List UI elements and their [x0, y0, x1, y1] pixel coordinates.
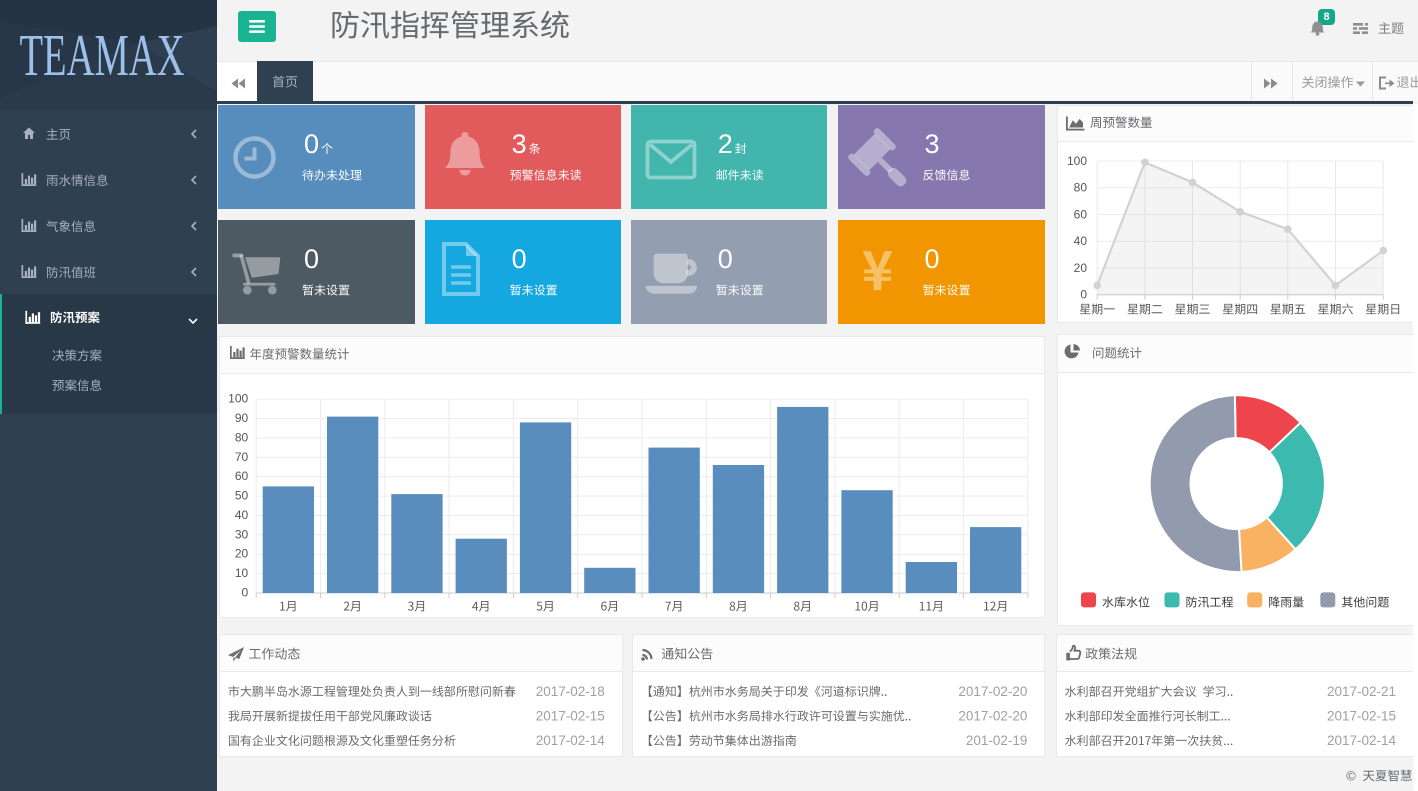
- svg-text:80: 80: [1074, 181, 1088, 195]
- svg-text:100: 100: [1067, 154, 1087, 168]
- svg-text:0: 0: [718, 244, 733, 274]
- svg-text:3: 3: [925, 129, 940, 159]
- svg-text:0: 0: [304, 129, 319, 159]
- svg-text:10: 10: [235, 566, 249, 580]
- svg-text:50: 50: [235, 489, 249, 503]
- svg-text:201-02-19: 201-02-19: [966, 733, 1028, 748]
- svg-text:2017-02-20: 2017-02-20: [958, 684, 1027, 699]
- svg-text:2: 2: [718, 129, 733, 159]
- svg-text:40: 40: [235, 508, 249, 522]
- svg-text:0: 0: [1080, 288, 1087, 302]
- svg-text:30: 30: [235, 527, 249, 541]
- svg-text:0: 0: [304, 244, 319, 274]
- svg-text:2017-02-15: 2017-02-15: [1327, 708, 1396, 723]
- svg-text:60: 60: [1074, 207, 1088, 221]
- svg-text:20: 20: [235, 547, 249, 561]
- svg-text:100: 100: [228, 392, 248, 406]
- svg-text:2017-02-14: 2017-02-14: [1327, 733, 1397, 748]
- svg-text:3: 3: [512, 129, 527, 159]
- svg-text:20: 20: [1074, 261, 1088, 275]
- svg-text:90: 90: [235, 411, 249, 425]
- svg-text:2017-02-15: 2017-02-15: [536, 708, 605, 723]
- svg-text:TEAMAX: TEAMAX: [20, 22, 185, 88]
- svg-text:2017-02-18: 2017-02-18: [536, 684, 605, 699]
- svg-text:2017-02-21: 2017-02-21: [1327, 684, 1396, 699]
- svg-text:2017-02-20: 2017-02-20: [958, 708, 1027, 723]
- svg-text:60: 60: [235, 469, 249, 483]
- svg-text:80: 80: [235, 430, 249, 444]
- svg-text:0: 0: [242, 586, 249, 600]
- svg-text:0: 0: [512, 244, 527, 274]
- svg-text:70: 70: [235, 450, 249, 464]
- svg-text:40: 40: [1074, 234, 1088, 248]
- svg-text:0: 0: [925, 244, 940, 274]
- svg-text:2017-02-14: 2017-02-14: [536, 733, 606, 748]
